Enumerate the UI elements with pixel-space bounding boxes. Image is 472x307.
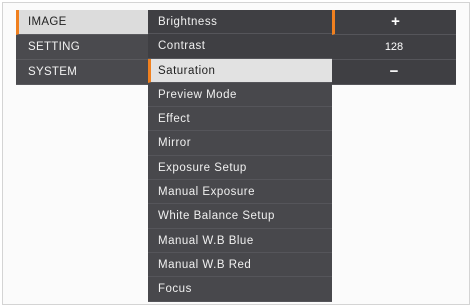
main-menu: IMAGE SETTING SYSTEM <box>16 10 148 85</box>
sub-menu-item-effect[interactable]: Effect <box>148 107 332 132</box>
sub-menu-item-exposure-setup[interactable]: Exposure Setup <box>148 156 332 181</box>
sub-menu-item-manual-wb-red[interactable]: Manual W.B Red <box>148 253 332 278</box>
main-menu-item-system[interactable]: SYSTEM <box>16 60 148 85</box>
sub-menu-item-manual-exposure[interactable]: Manual Exposure <box>148 180 332 205</box>
decrease-button[interactable]: − <box>332 60 456 85</box>
sub-menu-item-white-balance-setup[interactable]: White Balance Setup <box>148 204 332 229</box>
sub-menu-item-preview-mode[interactable]: Preview Mode <box>148 83 332 108</box>
sub-menu-item-focus[interactable]: Focus <box>148 277 332 302</box>
value-panel: + 128 − <box>332 10 456 85</box>
increase-button[interactable]: + <box>332 10 456 35</box>
main-menu-item-image[interactable]: IMAGE <box>16 10 148 35</box>
sub-menu-item-brightness[interactable]: Brightness <box>148 10 332 35</box>
current-value: 128 <box>332 35 456 60</box>
sub-menu: Brightness Contrast Saturation Preview M… <box>148 10 332 302</box>
sub-menu-item-saturation[interactable]: Saturation <box>148 58 332 83</box>
sub-menu-item-contrast[interactable]: Contrast <box>148 34 332 59</box>
main-menu-item-setting[interactable]: SETTING <box>16 35 148 60</box>
sub-menu-item-manual-wb-blue[interactable]: Manual W.B Blue <box>148 229 332 253</box>
sub-menu-item-mirror[interactable]: Mirror <box>148 131 332 156</box>
